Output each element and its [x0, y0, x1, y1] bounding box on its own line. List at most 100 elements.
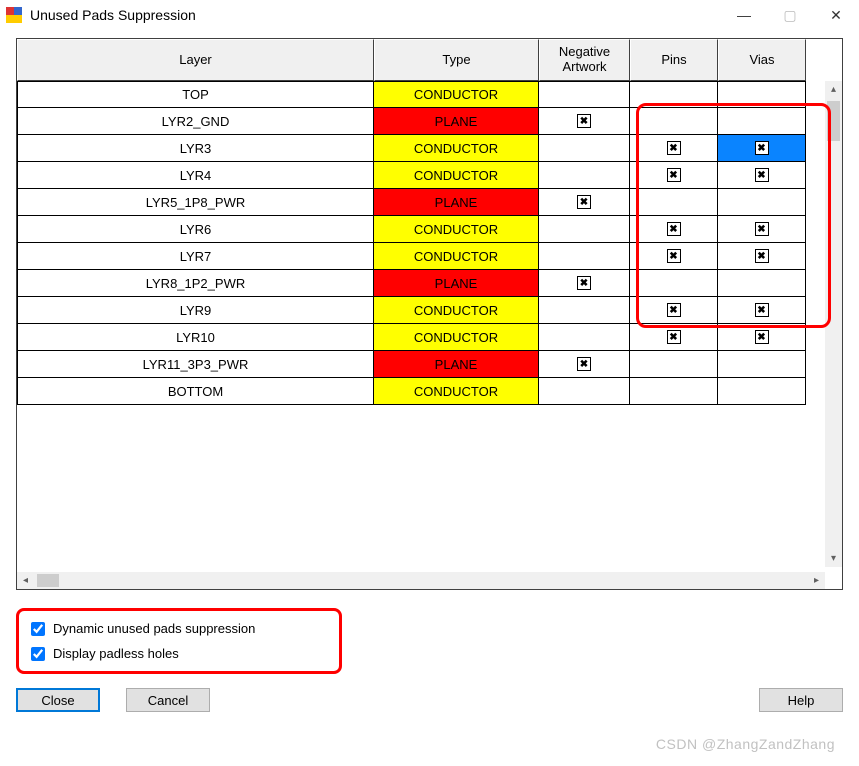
scroll-down-icon[interactable]: ▾: [825, 550, 842, 567]
option-dynamic-suppression[interactable]: Dynamic unused pads suppression: [31, 621, 327, 636]
cell-type[interactable]: CONDUCTOR: [374, 324, 539, 351]
cell-negative-artwork[interactable]: [539, 135, 630, 162]
cell-pins[interactable]: ✖: [630, 216, 718, 243]
checkbox-marked-icon[interactable]: ✖: [667, 303, 681, 317]
cell-type[interactable]: CONDUCTOR: [374, 162, 539, 189]
cell-type[interactable]: CONDUCTOR: [374, 297, 539, 324]
cell-layer[interactable]: LYR8_1P2_PWR: [17, 270, 374, 297]
checkbox-marked-icon[interactable]: ✖: [667, 249, 681, 263]
header-pins[interactable]: Pins: [630, 39, 718, 81]
scroll-left-icon[interactable]: ◂: [17, 572, 34, 589]
table-row: LYR11_3P3_PWRPLANE ✖: [17, 351, 842, 378]
checkbox-marked-icon[interactable]: ✖: [667, 141, 681, 155]
close-window-button[interactable]: ✕: [813, 0, 859, 30]
checkbox-marked-icon[interactable]: ✖: [755, 249, 769, 263]
checkbox-marked-icon[interactable]: ✖: [755, 222, 769, 236]
cell-layer[interactable]: LYR10: [17, 324, 374, 351]
cell-layer[interactable]: LYR11_3P3_PWR: [17, 351, 374, 378]
cell-layer[interactable]: LYR9: [17, 297, 374, 324]
cell-layer[interactable]: LYR5_1P8_PWR: [17, 189, 374, 216]
cell-pins[interactable]: [630, 270, 718, 297]
horizontal-scrollbar[interactable]: ◂ ▸: [17, 572, 825, 589]
cell-layer[interactable]: TOP: [17, 81, 374, 108]
checkbox-marked-icon[interactable]: ✖: [577, 357, 591, 371]
cell-type[interactable]: PLANE: [374, 270, 539, 297]
cell-vias[interactable]: ✖: [718, 243, 806, 270]
scroll-right-icon[interactable]: ▸: [808, 572, 825, 589]
cell-type[interactable]: PLANE: [374, 351, 539, 378]
cell-vias[interactable]: [718, 108, 806, 135]
cell-vias[interactable]: [718, 81, 806, 108]
checkbox-marked-icon[interactable]: ✖: [577, 114, 591, 128]
cell-pins[interactable]: ✖: [630, 135, 718, 162]
cell-vias[interactable]: [718, 189, 806, 216]
cell-layer[interactable]: BOTTOM: [17, 378, 374, 405]
vscroll-thumb[interactable]: [827, 101, 840, 141]
checkbox-marked-icon[interactable]: ✖: [755, 141, 769, 155]
cell-vias[interactable]: [718, 378, 806, 405]
cell-pins[interactable]: ✖: [630, 162, 718, 189]
cell-pins[interactable]: [630, 378, 718, 405]
cell-layer[interactable]: LYR6: [17, 216, 374, 243]
cell-pins[interactable]: ✖: [630, 324, 718, 351]
checkbox-display-padless-holes[interactable]: [31, 647, 45, 661]
vertical-scrollbar[interactable]: ▴ ▾: [825, 81, 842, 567]
cell-pins[interactable]: ✖: [630, 243, 718, 270]
cell-vias[interactable]: ✖: [718, 297, 806, 324]
cell-pins[interactable]: [630, 189, 718, 216]
cell-negative-artwork[interactable]: [539, 297, 630, 324]
cell-vias[interactable]: [718, 351, 806, 378]
cell-negative-artwork[interactable]: ✖: [539, 189, 630, 216]
checkbox-marked-icon[interactable]: ✖: [667, 168, 681, 182]
cell-pins[interactable]: [630, 351, 718, 378]
hscroll-thumb[interactable]: [37, 574, 59, 587]
cell-pins[interactable]: [630, 108, 718, 135]
cell-negative-artwork[interactable]: [539, 162, 630, 189]
cell-type[interactable]: PLANE: [374, 108, 539, 135]
cell-negative-artwork[interactable]: [539, 324, 630, 351]
cell-layer[interactable]: LYR4: [17, 162, 374, 189]
checkbox-marked-icon[interactable]: ✖: [577, 276, 591, 290]
cell-layer[interactable]: LYR3: [17, 135, 374, 162]
cell-negative-artwork[interactable]: ✖: [539, 108, 630, 135]
minimize-button[interactable]: —: [721, 0, 767, 30]
cell-vias[interactable]: ✖: [718, 216, 806, 243]
checkbox-marked-icon[interactable]: ✖: [667, 222, 681, 236]
cell-type[interactable]: CONDUCTOR: [374, 135, 539, 162]
cell-negative-artwork[interactable]: ✖: [539, 270, 630, 297]
cell-negative-artwork[interactable]: [539, 243, 630, 270]
cell-vias[interactable]: ✖: [718, 135, 806, 162]
option-display-padless-holes[interactable]: Display padless holes: [31, 646, 327, 661]
header-negative-artwork[interactable]: Negative Artwork: [539, 39, 630, 81]
checkbox-marked-icon[interactable]: ✖: [667, 330, 681, 344]
help-button[interactable]: Help: [759, 688, 843, 712]
cell-negative-artwork[interactable]: [539, 216, 630, 243]
cell-vias[interactable]: [718, 270, 806, 297]
close-button[interactable]: Close: [16, 688, 100, 712]
cell-type[interactable]: CONDUCTOR: [374, 216, 539, 243]
cell-negative-artwork[interactable]: [539, 378, 630, 405]
cell-type[interactable]: CONDUCTOR: [374, 378, 539, 405]
cancel-button[interactable]: Cancel: [126, 688, 210, 712]
cell-layer[interactable]: LYR7: [17, 243, 374, 270]
cell-vias[interactable]: ✖: [718, 324, 806, 351]
cell-pins[interactable]: ✖: [630, 297, 718, 324]
checkbox-marked-icon[interactable]: ✖: [755, 168, 769, 182]
header-layer[interactable]: Layer: [17, 39, 374, 81]
cell-vias[interactable]: ✖: [718, 162, 806, 189]
checkbox-marked-icon[interactable]: ✖: [755, 303, 769, 317]
cell-layer[interactable]: LYR2_GND: [17, 108, 374, 135]
cell-pins[interactable]: [630, 81, 718, 108]
checkbox-dynamic-suppression[interactable]: [31, 622, 45, 636]
table-row: LYR7CONDUCTOR ✖ ✖: [17, 243, 842, 270]
header-vias[interactable]: Vias: [718, 39, 806, 81]
scroll-up-icon[interactable]: ▴: [825, 81, 842, 98]
cell-type[interactable]: CONDUCTOR: [374, 81, 539, 108]
cell-negative-artwork[interactable]: [539, 81, 630, 108]
cell-type[interactable]: CONDUCTOR: [374, 243, 539, 270]
checkbox-marked-icon[interactable]: ✖: [577, 195, 591, 209]
checkbox-marked-icon[interactable]: ✖: [755, 330, 769, 344]
cell-type[interactable]: PLANE: [374, 189, 539, 216]
header-type[interactable]: Type: [374, 39, 539, 81]
cell-negative-artwork[interactable]: ✖: [539, 351, 630, 378]
